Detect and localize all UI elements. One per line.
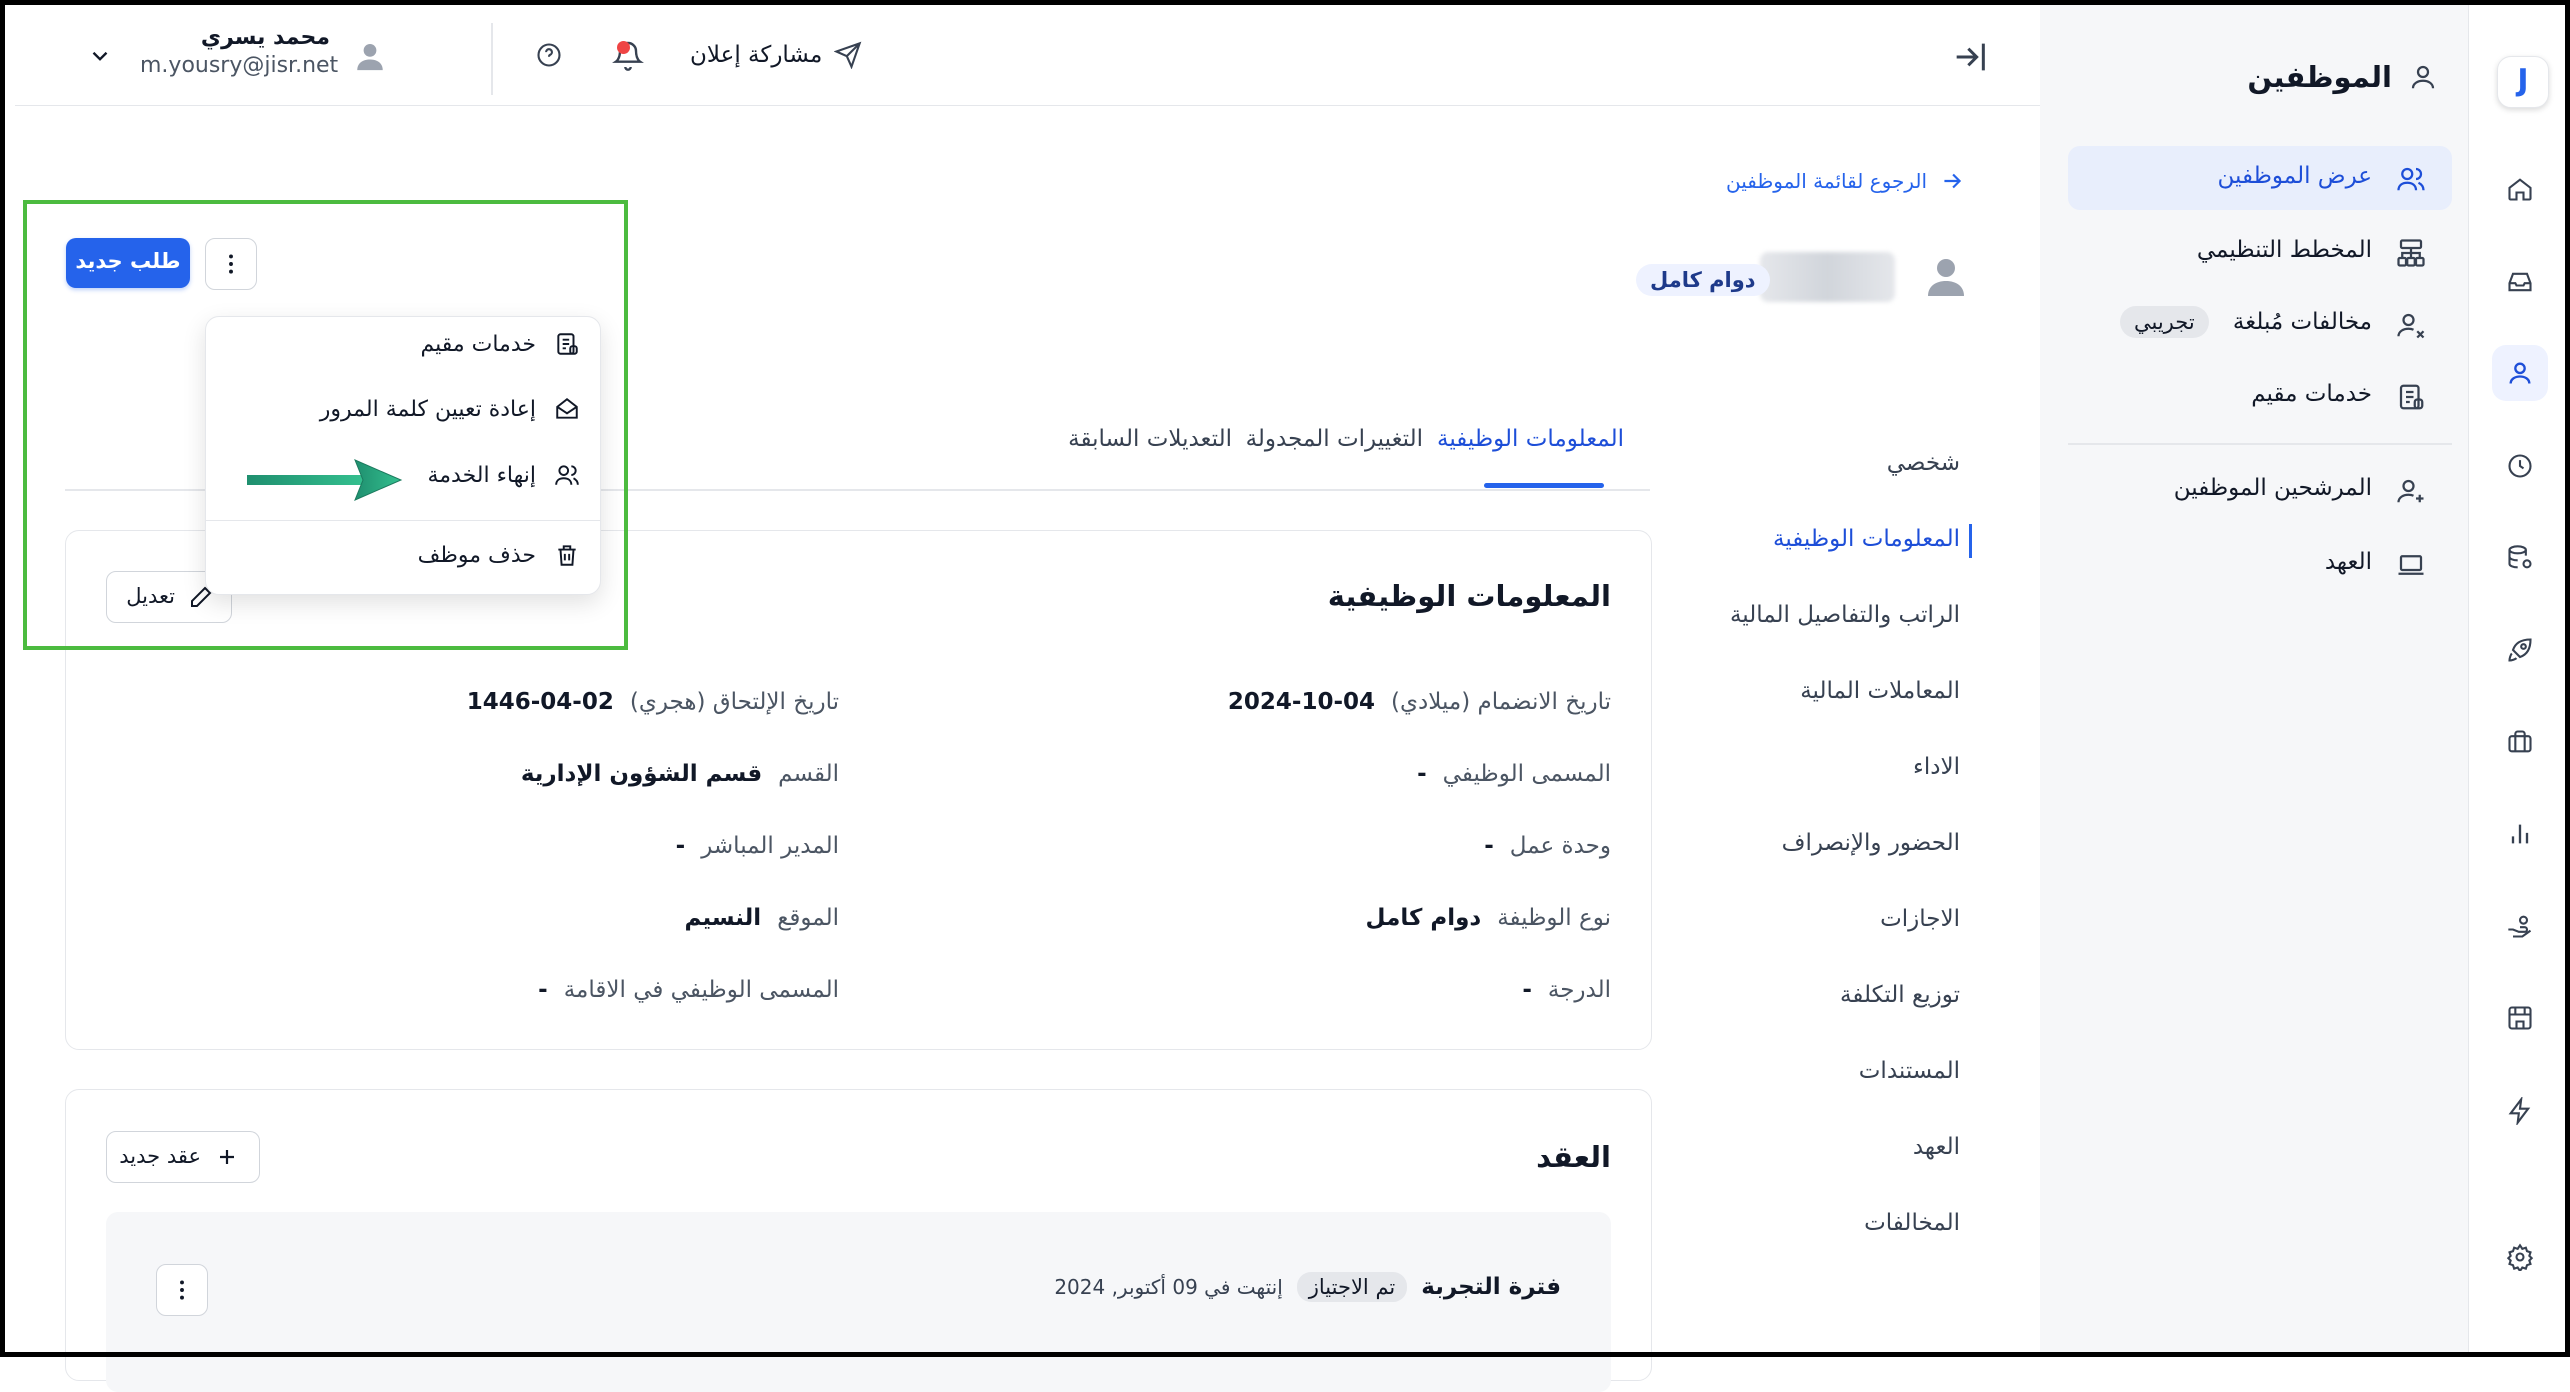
help-icon[interactable] [535,41,563,69]
probation-info: فترة التجربة تم الاجتياز إنتهت في 09 أكت… [1054,1272,1561,1302]
row-menu-button[interactable] [156,1264,208,1316]
plus-icon [220,1150,234,1164]
document-icon [2396,382,2426,412]
users-icon [2396,164,2426,194]
section-link-job-info[interactable]: المعلومات الوظيفية [1773,526,1960,552]
org-chart-icon [2396,238,2426,268]
new-contract-button[interactable]: عقد جديد [106,1131,260,1183]
avatar[interactable] [353,39,387,73]
section-nav: شخصي المعلومات الوظيفية الراتب والتفاصيل… [1700,0,1960,1357]
sidebar-item-label: المرشحين الموظفين [2173,475,2372,501]
field-hijri-date: تاريخ الإلتحاق (هجري) 1446-04-02 [466,689,839,715]
briefcase-icon[interactable] [2492,714,2548,770]
section-link-cost[interactable]: توزيع التكلفة [1840,982,1960,1008]
app-logo[interactable]: J [2497,56,2549,108]
card-title: العقد [1536,1140,1611,1174]
section-link-personal[interactable]: شخصي [1887,450,1960,476]
sidebar-item-label: مخالفات مُبلغة [2232,309,2372,335]
section-link-attendance[interactable]: الحضور والإنصراف [1782,830,1960,856]
user-email: m.yousry@jisr.net [140,53,339,78]
field-join-date: تاريخ الانضمام (ميلادي) 2024-10-04 [1227,689,1611,715]
field-manager: المدير المباشر - [675,833,839,859]
field-grade: الدرجة - [1522,977,1611,1003]
sidebar-item-label: العهد [2324,549,2372,575]
person-icon[interactable] [2492,345,2548,401]
person-icon [2411,65,2435,89]
field-department: القسم قسم الشؤون الإدارية [520,761,839,787]
status-badge: تم الاجتياز [1296,1272,1408,1302]
database-icon[interactable] [2492,530,2548,586]
module-sidebar: الموظفين عرض الموظفين المخطط التنظيمي مخ… [2040,0,2468,1357]
share-announcement-button[interactable]: مشاركة إعلان [690,41,862,69]
sidebar-item-label: المخطط التنظيمي [2196,237,2372,263]
clock-icon[interactable] [2492,438,2548,494]
section-active-indicator [1969,524,1972,558]
sidebar-item-label: خدمات مقيم [2251,381,2372,407]
notification-dot [617,41,630,54]
annotation-arrow-icon [247,459,403,501]
sidebar-item-org-chart[interactable]: المخطط التنظيمي [2068,220,2452,284]
topbar-separator [491,23,493,95]
field-job-type: نوع الوظيفة دوام كامل [1365,905,1611,931]
kebab-icon [180,1280,184,1300]
active-tab-indicator [1484,483,1604,488]
section-link-violations[interactable]: المخالفات [1864,1210,1960,1236]
section-link-performance[interactable]: الاداء [1913,754,1960,780]
field-job-title: المسمى الوظيفي - [1417,761,1611,787]
section-link-transactions[interactable]: المعاملات المالية [1800,678,1960,704]
hand-coin-icon[interactable] [2492,898,2548,954]
highlight-box [23,200,628,650]
section-link-documents[interactable]: المستندات [1859,1058,1960,1084]
sidebar-item-candidates[interactable]: المرشحين الموظفين [2068,458,2452,522]
field-location: الموقع النسيم [684,905,839,931]
card-title: المعلومات الوظيفية [1327,579,1611,613]
probation-label: فترة التجربة [1421,1274,1561,1300]
user-x-icon [2396,310,2426,340]
share-label: مشاركة إعلان [690,42,823,68]
inbox-icon[interactable] [2492,254,2548,310]
bar-chart-icon[interactable] [2492,806,2548,862]
sidebar-title: الموظفين [2247,60,2392,94]
tab-previous-edits[interactable]: التعديلات السابقة [1068,426,1232,452]
sidebar-header: الموظفين [2247,60,2438,94]
tab-job-info[interactable]: المعلومات الوظيفية [1437,426,1624,452]
probation-row: فترة التجربة تم الاجتياز إنتهت في 09 أكت… [106,1212,1611,1392]
sidebar-item-violations[interactable]: مخالفات مُبلغة تجريبي [2068,292,2452,356]
lightning-icon[interactable] [2492,1083,2548,1139]
home-icon[interactable] [2492,161,2548,217]
section-link-custody[interactable]: العهد [1913,1134,1960,1160]
field-iqama-title: المسمى الوظيفي في الاقامة - [538,977,839,1003]
laptop-icon [2396,550,2426,580]
send-icon [834,41,862,69]
settings-icon[interactable] [2492,1229,2548,1285]
tab-scheduled-changes[interactable]: التغييرات المجدولة [1246,426,1423,452]
sidebar-item-muqeem[interactable]: خدمات مقيم [2068,364,2452,428]
sidebar-item-custody[interactable]: العهد [2068,532,2452,596]
sidebar-item-view-employees[interactable]: عرض الموظفين [2068,146,2452,210]
chevron-down-icon[interactable] [87,43,113,69]
user-plus-icon [2396,476,2426,506]
field-work-unit: وحدة عمل - [1484,833,1611,859]
section-link-leaves[interactable]: الاجازات [1880,906,1960,932]
store-icon[interactable] [2492,990,2548,1046]
rocket-icon[interactable] [2492,622,2548,678]
user-name: محمد يسري [200,25,330,50]
sidebar-item-label: عرض الموظفين [2217,163,2373,189]
icon-rail: J [2468,0,2570,1357]
section-link-salary[interactable]: الراتب والتفاصيل المالية [1730,602,1960,628]
beta-badge: تجريبي [2120,306,2209,338]
probation-end: إنتهت في 09 أكتوبر, 2024 [1054,1275,1283,1299]
contract-card: العقد عقد جديد فترة التجربة تم الاجتياز … [65,1089,1652,1392]
sidebar-divider [2068,443,2452,445]
